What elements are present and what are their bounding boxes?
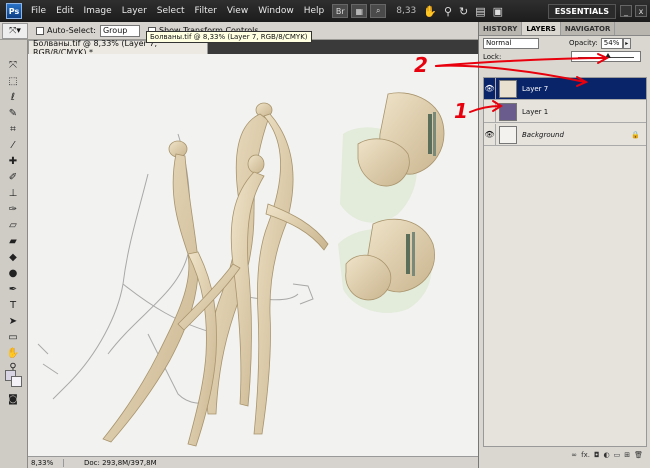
lock-label: Lock: — [483, 53, 502, 61]
pen-tool-icon[interactable]: ✒ — [6, 284, 20, 296]
lasso-tool-icon[interactable]: ℓ — [6, 92, 20, 104]
screen-mode-icon[interactable]: ▣ — [493, 5, 503, 18]
artwork-figures-icon — [37, 92, 445, 447]
crop-tool-icon[interactable]: ⌗ — [6, 124, 20, 136]
visibility-eye-icon[interactable] — [484, 100, 496, 123]
healing-brush-tool-icon[interactable]: ✚ — [6, 156, 20, 168]
new-group-icon[interactable]: ▭ — [614, 451, 621, 459]
opacity-label: Opacity: — [569, 39, 598, 47]
toolbox: ⤧ ⬚ ℓ ✎ ⌗ ⁄ ✚ ✐ ⊥ ✑ ▱ ▰ ◆ ● ✒ T ➤ ▭ ✋ ⚲ … — [0, 40, 28, 468]
new-layer-icon[interactable]: ⊞ — [624, 451, 630, 459]
link-layers-icon[interactable]: ∞ — [571, 451, 577, 459]
layer-thumbnail — [499, 79, 517, 98]
tab-history[interactable]: HISTORY — [479, 22, 523, 35]
move-tool-preset-icon[interactable]: ⤧▾ — [2, 22, 28, 39]
visibility-eye-icon[interactable]: 👁 — [484, 77, 496, 100]
move-tool-icon[interactable]: ⤧ — [6, 60, 20, 72]
quick-selection-tool-icon[interactable]: ✎ — [6, 108, 20, 120]
visibility-eye-icon[interactable]: 👁 — [484, 123, 496, 146]
delete-layer-icon[interactable]: 🗑 — [634, 451, 643, 459]
path-selection-tool-icon[interactable]: ➤ — [6, 316, 20, 328]
close-button[interactable]: x — [635, 5, 647, 17]
layer-name: Background — [522, 130, 564, 139]
menu-layer[interactable]: Layer — [117, 6, 152, 16]
menu-edit[interactable]: Edit — [51, 6, 78, 16]
layer-style-icon[interactable]: fx. — [581, 451, 590, 459]
tab-layers[interactable]: LAYERS — [522, 22, 561, 35]
panel-tabs: HISTORY LAYERS NAVIGATOR — [479, 22, 650, 36]
background-color-swatch[interactable] — [11, 376, 22, 387]
menu-window[interactable]: Window — [253, 6, 299, 16]
clone-stamp-tool-icon[interactable]: ⊥ — [6, 188, 20, 200]
rotate-view-icon[interactable]: ↻ — [459, 5, 468, 18]
photoshop-logo: Ps — [6, 3, 22, 19]
zoom-icon[interactable]: ⌕ — [370, 4, 387, 18]
status-zoom[interactable]: 8,33% — [28, 458, 64, 467]
menu-view[interactable]: View — [222, 6, 253, 16]
layer-row-background[interactable]: 👁 Background 🔒 — [484, 123, 646, 146]
view-extras-icon[interactable]: ▦ — [351, 4, 368, 18]
status-bar: 8,33% Doc: 293,8M/397,8M — [28, 456, 478, 468]
layers-panel: HISTORY LAYERS NAVIGATOR Normal Opacity:… — [478, 22, 650, 468]
layer-thumbnail — [499, 102, 517, 121]
zoom-readout[interactable]: 8,33 — [396, 6, 416, 16]
layer-row-layer-7[interactable]: 👁 Layer 7 — [484, 77, 646, 100]
layer-row-layer-1[interactable]: Layer 1 — [484, 100, 646, 123]
menu-select[interactable]: Select — [152, 6, 190, 16]
layer-name: Layer 1 — [522, 107, 549, 116]
menu-bar: Ps File Edit Image Layer Select Filter V… — [0, 0, 650, 22]
menu-file[interactable]: File — [26, 6, 51, 16]
minimize-button[interactable]: _ — [620, 5, 632, 17]
opacity-input[interactable]: 54% — [600, 37, 623, 49]
lock-icon: 🔒 — [631, 130, 640, 139]
layer-thumbnail — [499, 125, 517, 144]
history-brush-tool-icon[interactable]: ✑ — [6, 204, 20, 216]
opacity-slider[interactable] — [571, 51, 641, 62]
quick-mask-icon[interactable]: ◙ — [6, 394, 20, 406]
arrange-documents-icon[interactable]: ▤ — [475, 5, 485, 18]
auto-select-label: Auto-Select: — [47, 26, 96, 35]
blur-tool-icon[interactable]: ◆ — [6, 252, 20, 264]
auto-select-checkbox[interactable] — [36, 26, 44, 35]
blend-row: Normal Opacity: 54% ▸ — [479, 36, 650, 50]
menu-help[interactable]: Help — [299, 6, 330, 16]
blend-mode-select[interactable]: Normal — [483, 37, 539, 49]
shape-tool-icon[interactable]: ▭ — [6, 332, 20, 344]
marquee-tool-icon[interactable]: ⬚ — [6, 76, 20, 88]
bridge-button[interactable]: Br — [332, 4, 349, 18]
canvas[interactable] — [28, 54, 478, 456]
opacity-dropdown-icon[interactable]: ▸ — [622, 37, 631, 49]
eyedropper-tool-icon[interactable]: ⁄ — [6, 140, 20, 152]
layer-list: 👁 Layer 7 Layer 1 👁 Background 🔒 — [483, 77, 647, 447]
menu-image[interactable]: Image — [79, 6, 117, 16]
status-doc-size: Doc: 293,8M/397,8M — [84, 458, 157, 467]
opacity-slider-thumb[interactable] — [605, 53, 612, 58]
workspace-switcher[interactable]: ESSENTIALS — [547, 3, 616, 19]
gradient-tool-icon[interactable]: ▰ — [6, 236, 20, 248]
eraser-tool-icon[interactable]: ▱ — [6, 220, 20, 232]
hand-icon[interactable]: ✋ — [423, 5, 437, 18]
zoom-tool-icon[interactable]: ⚲ — [444, 5, 452, 18]
type-tool-icon[interactable]: T — [6, 300, 20, 312]
hand-tool-icon[interactable]: ✋ — [6, 348, 20, 360]
auto-select-target-select[interactable]: Group — [99, 24, 140, 37]
panel-bottom-toolbar: ∞ fx. ◘ ◐ ▭ ⊞ 🗑 — [483, 448, 647, 462]
add-mask-icon[interactable]: ◘ — [594, 451, 600, 459]
tab-navigator[interactable]: NAVIGATOR — [561, 22, 616, 35]
layer-name: Layer 7 — [522, 84, 549, 93]
brush-tool-icon[interactable]: ✐ — [6, 172, 20, 184]
lock-row: Lock: — [479, 50, 650, 64]
adjustment-layer-icon[interactable]: ◐ — [604, 451, 610, 459]
menu-filter[interactable]: Filter — [190, 6, 222, 16]
document-tooltip: Болваны.tif @ 8,33% (Layer 7, RGB/8/CMYK… — [146, 31, 312, 43]
dodge-tool-icon[interactable]: ● — [6, 268, 20, 280]
